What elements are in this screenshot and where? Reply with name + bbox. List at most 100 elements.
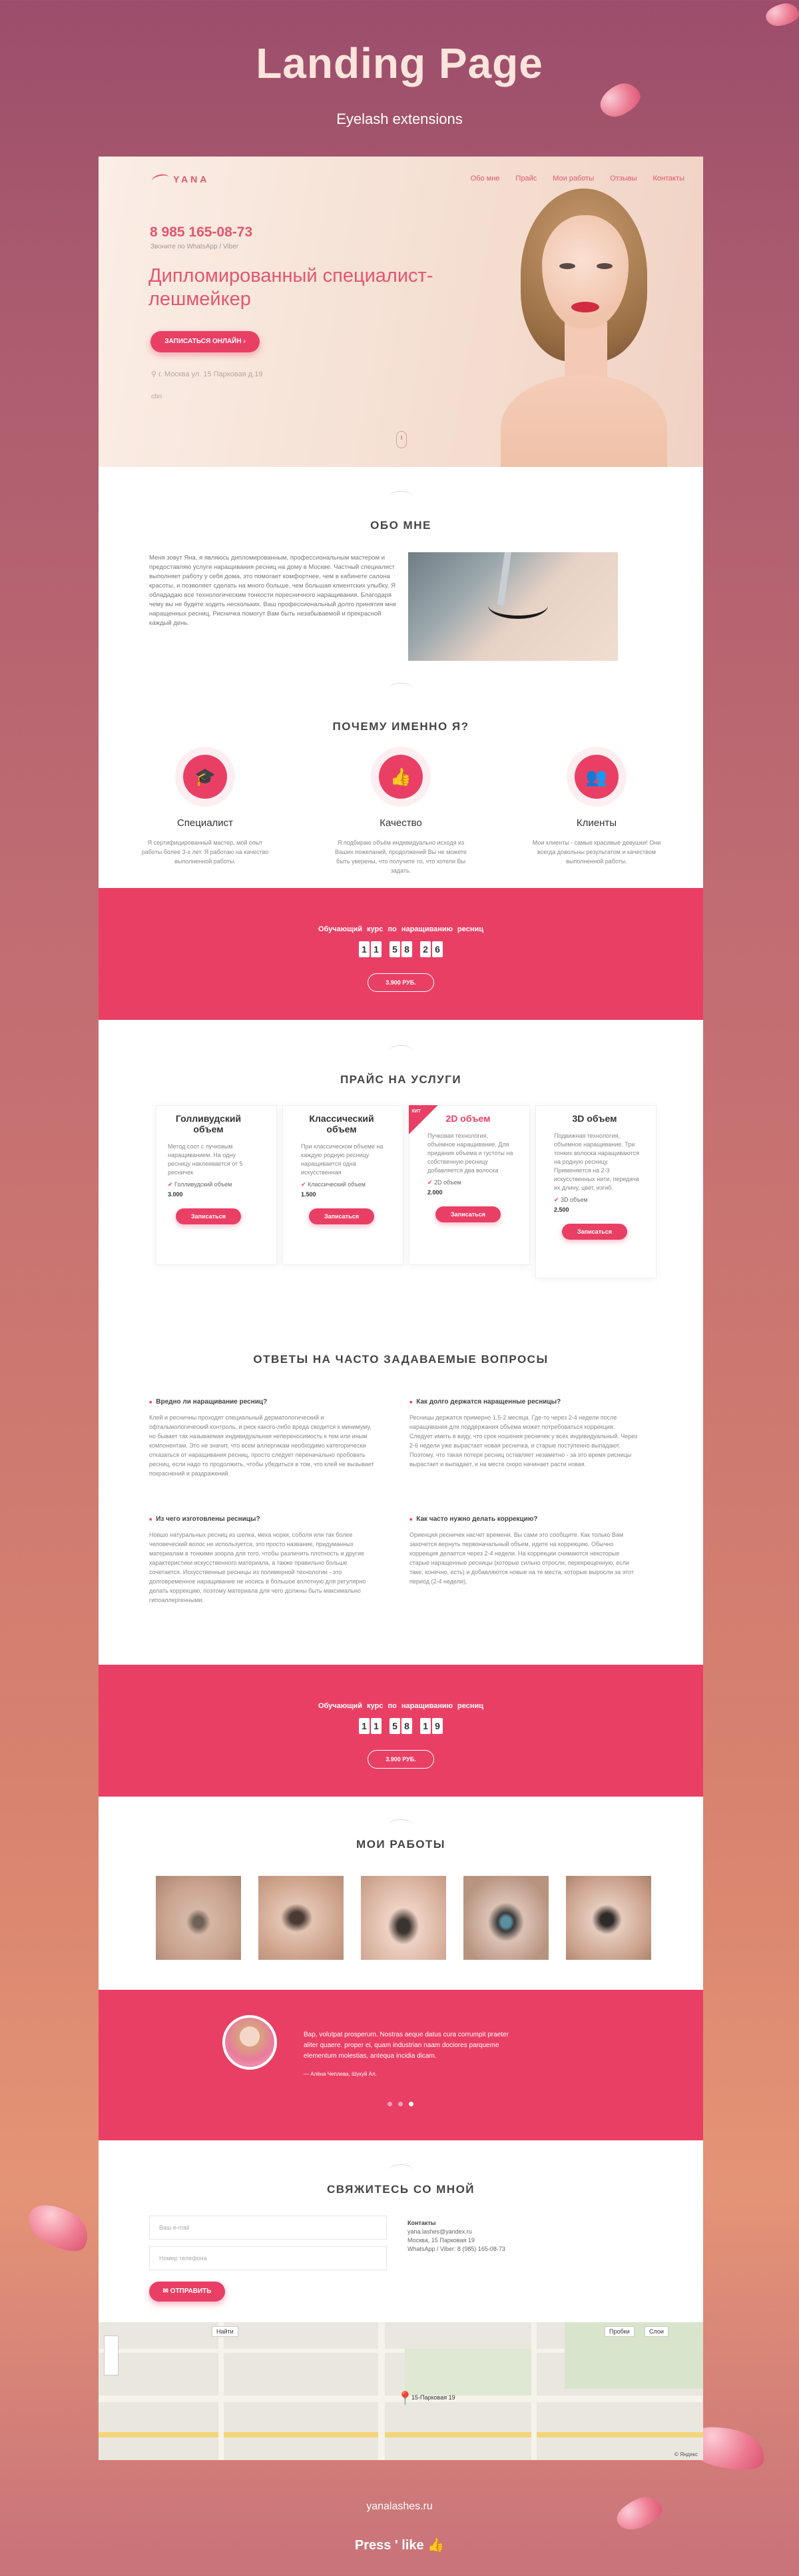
logo[interactable]: YANA: [150, 173, 210, 186]
course-banner: Обучающий курс по наращиванию ресниц 11 …: [99, 1665, 703, 1797]
price-card-2d: 2D объем Пучковая технология, объемное н…: [422, 1113, 514, 1222]
countdown-digit: 5: [390, 941, 400, 957]
book-button[interactable]: Записаться: [435, 1206, 501, 1222]
map-zoom-control[interactable]: [104, 2336, 119, 2375]
price-card-hollywood: Голливудский объем Метод соот с пучковым…: [162, 1113, 254, 1224]
map-traffic-button[interactable]: Пробки: [605, 2326, 635, 2337]
countdown-digit: 5: [390, 1718, 400, 1734]
petal-decoration: [612, 2492, 666, 2535]
countdown-digit: 1: [359, 941, 370, 957]
countdown-digit: 8: [401, 1718, 412, 1734]
check-icon: ✔: [554, 1196, 561, 1203]
countdown-digit: 1: [371, 941, 382, 957]
work-photo[interactable]: [463, 1876, 549, 1960]
price-line-label: Классический объем: [308, 1181, 366, 1188]
check-icon: ✔: [301, 1181, 308, 1188]
check-icon: ✔: [168, 1181, 175, 1188]
price-card-title: Голливудский объем: [175, 1113, 242, 1134]
thumbs-up-icon: 👍: [427, 2538, 445, 2553]
hero-section: YANA Обо мне Прайс Мои работы Отзывы Кон…: [99, 157, 703, 467]
price-card-desc: Подвижная технология, объемное наращиван…: [554, 1132, 639, 1191]
countdown-timer: 11 58 26: [99, 941, 703, 957]
nav-item-about[interactable]: Обо мне: [471, 175, 500, 183]
main-nav: Обо мне Прайс Мои работы Отзывы Контакты: [471, 175, 684, 183]
logo-text: YANA: [173, 174, 210, 185]
course-label: Обучающий курс по наращиванию ресниц: [318, 1702, 484, 1710]
why-item-title: Качество: [380, 817, 422, 829]
model-portrait: [501, 189, 667, 467]
users-icon: 👥: [575, 755, 619, 799]
countdown-digit: 8: [401, 941, 412, 957]
nav-item-prices[interactable]: Прайс: [515, 175, 537, 183]
faq-question: Как долго держатся наращенные ресницы?: [409, 1398, 561, 1406]
faq-question: Вредно ли наращивание ресниц?: [149, 1398, 267, 1406]
nav-item-reviews[interactable]: Отзывы: [610, 175, 637, 183]
price-card-desc: При классическом объеме на каждую родную…: [301, 1143, 384, 1176]
address-text: г. Москва ул. 15 Парковая д.19: [158, 370, 263, 378]
countdown-timer: 11 58 19: [99, 1718, 703, 1734]
lash-logo-icon: [150, 173, 170, 186]
why-item-text: Я сертифицированный мастер, мой опыт раб…: [141, 839, 269, 865]
countdown-digit: 2: [420, 941, 431, 957]
faq-answer: Ресницы держатся примерно 1,5-2 месяца. …: [409, 1414, 638, 1468]
slider-dot-active[interactable]: [409, 2102, 413, 2106]
works-title: МОИ РАБОТЫ: [356, 1838, 445, 1851]
book-button[interactable]: Записаться: [176, 1208, 241, 1224]
site-url[interactable]: yanalashes.ru: [0, 2501, 799, 2513]
swirl-ornament-icon: [388, 683, 413, 696]
map-search-button[interactable]: Найти: [212, 2326, 238, 2337]
slider-dot[interactable]: [388, 2102, 392, 2106]
price-value: 2.000: [427, 1189, 443, 1196]
price-line: ✔ 2D объем: [422, 1179, 514, 1186]
testimonial-text: Вар, volutpat prosperum. Nostras aeque d…: [304, 2031, 509, 2060]
scroll-down-icon[interactable]: [396, 431, 407, 448]
faq-answer: Ориенция ресничек насчет времени. Вы сам…: [409, 1531, 634, 1585]
book-online-button[interactable]: ЗАПИСАТЬСЯ ОНЛАЙН ›: [150, 331, 260, 352]
price-card-desc: Метод соот с пучковым наращиванием. На о…: [168, 1143, 243, 1176]
course-price-button[interactable]: 3.900 РУБ.: [368, 973, 434, 992]
graduation-cap-icon: 🎓: [183, 755, 227, 799]
why-item-clients: 👥 Клиенты Мои клиенты - самые красивые д…: [517, 755, 676, 866]
course-price-button[interactable]: 3.900 РУБ.: [368, 1750, 434, 1769]
work-photo[interactable]: [566, 1876, 651, 1960]
press-like: Press ' like 👍: [0, 2537, 799, 2553]
hero-headline: Дипломированный специалист-лешмейкер: [148, 265, 433, 310]
nav-item-works[interactable]: Мои работы: [553, 175, 594, 183]
countdown-digit: 9: [432, 1718, 443, 1734]
content-area: ОБО МНЕ Меня зовут Яна, я являюсь диплом…: [99, 467, 703, 2460]
price-line-label: 2D объем: [434, 1179, 461, 1186]
price-value: 3.000: [168, 1191, 183, 1198]
work-photo[interactable]: [156, 1876, 241, 1960]
price-value: 1.500: [301, 1191, 316, 1198]
countdown-digit: 1: [371, 1718, 382, 1734]
phone-field[interactable]: Номер телефона: [149, 2246, 387, 2270]
phone-number[interactable]: 8 985 165-08-73: [150, 224, 252, 240]
why-item-specialist: 🎓 Специалист Я сертифицированный мастер,…: [125, 755, 285, 866]
why-item-text: Мои клиенты - самые красивые девушки! Он…: [532, 839, 661, 865]
slider-dot[interactable]: [398, 2102, 403, 2106]
map-widget[interactable]: Найти Пробки Слои 📍 15-Парковая 19 © Янд…: [99, 2322, 703, 2460]
hero-small-text: cbn: [151, 393, 162, 400]
nav-item-contacts[interactable]: Контакты: [653, 175, 684, 183]
page-title: Landing Page: [256, 39, 543, 87]
contact-email[interactable]: yana.lashes@yandex.ru: [407, 2228, 541, 2236]
email-field[interactable]: Ваш e-mail: [149, 2216, 387, 2240]
map-marker-label: 15-Парковая 19: [411, 2394, 455, 2401]
price-card-title: 3D объем: [572, 1113, 617, 1124]
map-layers-button[interactable]: Слои: [645, 2326, 668, 2337]
about-text: Меня зовут Яна, я являюсь дипломированны…: [149, 554, 397, 627]
book-button[interactable]: Записаться: [309, 1208, 374, 1224]
work-photo[interactable]: [361, 1876, 446, 1960]
contact-phone[interactable]: WhatsApp / Viber: 8 (985) 165-08-73: [407, 2245, 541, 2254]
send-button[interactable]: ✉ ОТПРАВИТЬ: [149, 2282, 225, 2302]
price-line-label: Голливудский объем: [174, 1181, 232, 1188]
why-item-title: Специалист: [176, 817, 234, 829]
faq-title: ОТВЕТЫ НА ЧАСТО ЗАДАВАЕМЫЕ ВОПРОСЫ: [253, 1353, 549, 1366]
swirl-ornament-icon: [388, 2164, 413, 2178]
work-photo[interactable]: [258, 1876, 344, 1960]
price-value: 2.500: [554, 1206, 569, 1213]
petal-decoration: [21, 2194, 97, 2261]
book-button[interactable]: Записаться: [562, 1224, 627, 1240]
price-line: ✔ 3D объем: [549, 1196, 641, 1204]
price-card-title: 2D объем: [445, 1113, 491, 1124]
